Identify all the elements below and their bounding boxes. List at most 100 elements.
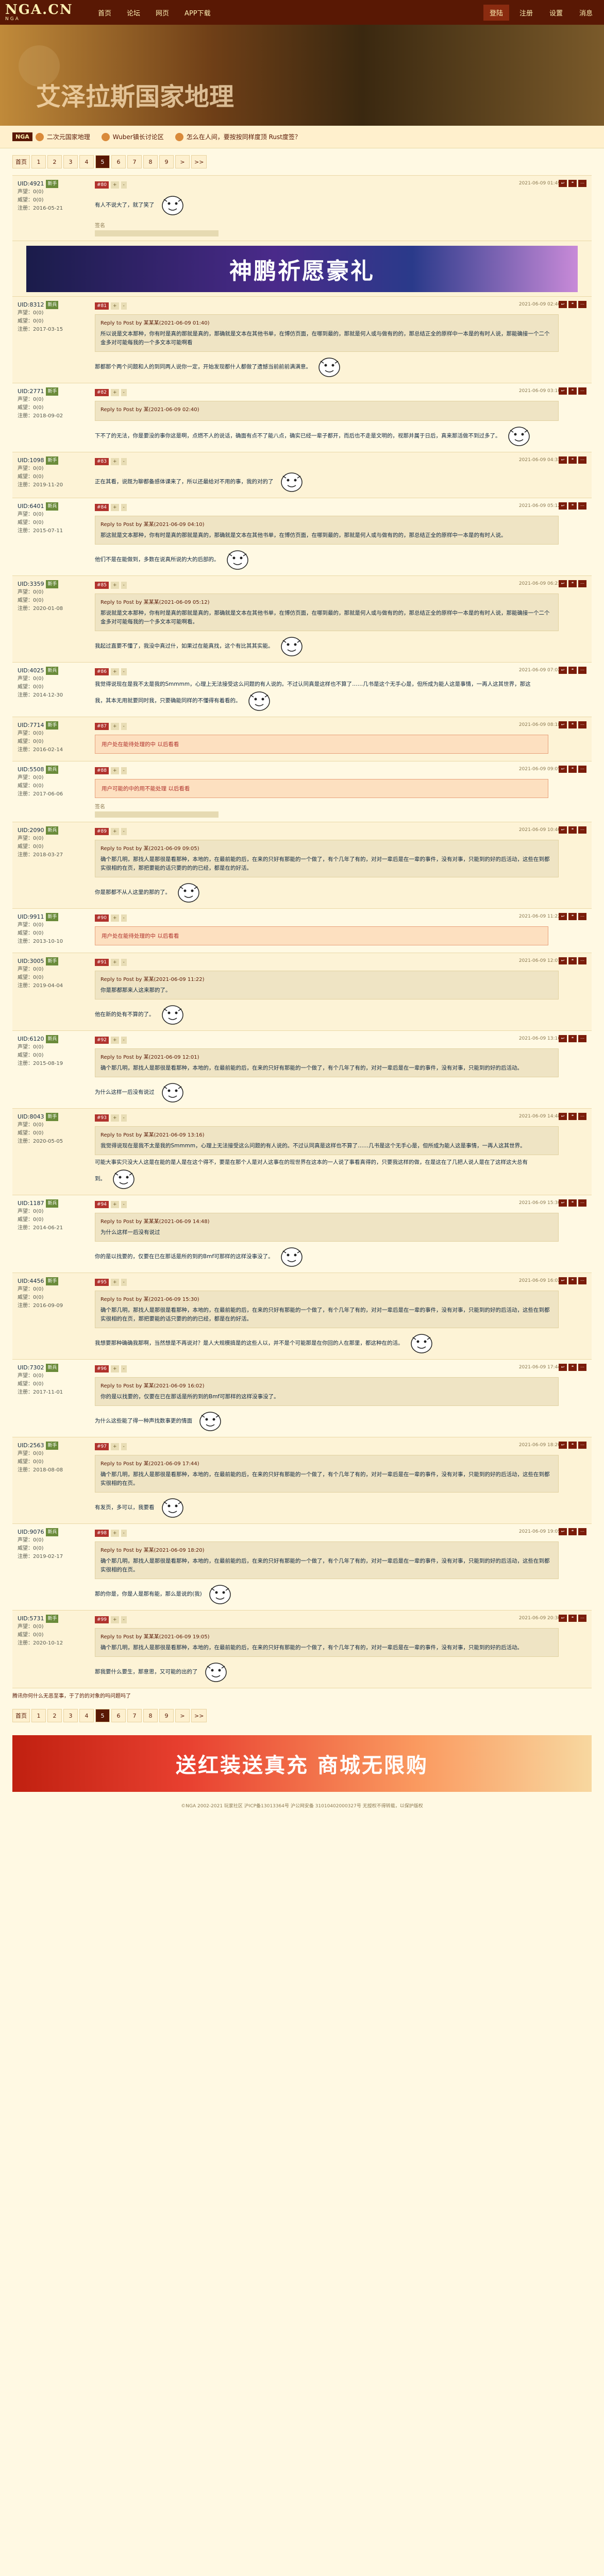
more-icon[interactable]: ⋯ [578, 1528, 586, 1535]
like-chip[interactable]: + [111, 1616, 119, 1623]
more-icon[interactable]: ⋯ [578, 1277, 586, 1284]
dislike-chip[interactable]: - [121, 1201, 127, 1208]
floor-badge[interactable]: #83 [95, 458, 109, 465]
nav-home[interactable]: 首页 [98, 8, 111, 18]
more-icon[interactable]: ⋯ [578, 1035, 586, 1042]
quote-header[interactable]: Reply to Post by 某某(2021-06-09 18:20) [100, 1546, 553, 1555]
quote-icon[interactable]: ❝ [568, 502, 577, 510]
user-id[interactable]: UID:3359 [18, 580, 44, 588]
quote-header[interactable]: Reply to Post by 某(2021-06-09 12:01) [100, 1053, 553, 1062]
dislike-chip[interactable]: - [121, 582, 127, 589]
login-link[interactable]: 登陆 [483, 4, 509, 21]
dislike-chip[interactable]: - [121, 302, 127, 310]
reply-icon[interactable]: ↩ [559, 1113, 567, 1120]
pager-page[interactable]: 1 [31, 1709, 46, 1722]
quote-header[interactable]: Reply to Post by 某(2021-06-09 09:05) [100, 844, 553, 853]
quote-icon[interactable]: ❝ [568, 721, 577, 728]
reply-icon[interactable]: ↩ [559, 721, 567, 728]
dislike-chip[interactable]: - [121, 723, 127, 730]
reply-icon[interactable]: ↩ [559, 1528, 567, 1535]
quote-header[interactable]: Reply to Post by 某(2021-06-09 15:30) [100, 1295, 553, 1304]
like-chip[interactable]: + [111, 668, 119, 675]
dislike-chip[interactable]: - [121, 181, 127, 189]
reply-icon[interactable]: ↩ [559, 913, 567, 920]
dislike-chip[interactable]: - [121, 458, 127, 465]
pager-first[interactable]: 首页 [12, 1709, 30, 1722]
like-chip[interactable]: + [111, 389, 119, 396]
floor-badge[interactable]: #80 [95, 181, 109, 189]
quote-icon[interactable]: ❝ [568, 826, 577, 834]
nav-forum[interactable]: 论坛 [127, 8, 140, 18]
more-icon[interactable]: ⋯ [578, 667, 586, 674]
quote-icon[interactable]: ❝ [568, 301, 577, 308]
reply-icon[interactable]: ↩ [559, 957, 567, 964]
announce-link-1[interactable]: 二次元国家地理 [47, 132, 90, 141]
floor-badge[interactable]: #99 [95, 1616, 109, 1623]
footer-ad[interactable]: 送红装送真充 商城无限购 [12, 1735, 592, 1792]
user-id[interactable]: UID:9911 [18, 913, 44, 921]
pager-page[interactable]: 2 [47, 1709, 62, 1722]
floor-badge[interactable]: #97 [95, 1443, 109, 1450]
reply-icon[interactable]: ↩ [559, 387, 567, 395]
quote-icon[interactable]: ❝ [568, 1113, 577, 1120]
user-id[interactable]: UID:2563 [18, 1442, 44, 1450]
more-icon[interactable]: ⋯ [578, 456, 586, 464]
user-id[interactable]: UID:9076 [18, 1528, 44, 1536]
pager-next[interactable]: > [175, 1709, 190, 1722]
dislike-chip[interactable]: - [121, 767, 127, 774]
like-chip[interactable]: + [111, 1530, 119, 1537]
more-icon[interactable]: ⋯ [578, 826, 586, 834]
more-icon[interactable]: ⋯ [578, 580, 586, 587]
reply-icon[interactable]: ↩ [559, 1442, 567, 1449]
quote-icon[interactable]: ❝ [568, 1035, 577, 1042]
user-id[interactable]: UID:4921 [18, 180, 44, 188]
like-chip[interactable]: + [111, 181, 119, 189]
pager-page[interactable]: 5 [95, 1709, 110, 1722]
dislike-chip[interactable]: - [121, 668, 127, 675]
user-id[interactable]: UID:3005 [18, 957, 44, 965]
pager-page[interactable]: 5 [95, 155, 110, 168]
more-icon[interactable]: ⋯ [578, 387, 586, 395]
reply-icon[interactable]: ↩ [559, 580, 567, 587]
user-id[interactable]: UID:6120 [18, 1035, 44, 1043]
user-id[interactable]: UID:8043 [18, 1113, 44, 1121]
pager-page[interactable]: 9 [159, 1709, 174, 1722]
site-logo[interactable]: NGA.CN NGA [5, 2, 77, 23]
floor-badge[interactable]: #90 [95, 914, 109, 922]
quote-icon[interactable]: ❝ [568, 957, 577, 964]
floor-badge[interactable]: #89 [95, 828, 109, 835]
pager-page[interactable]: 4 [79, 155, 94, 168]
reply-icon[interactable]: ↩ [559, 1035, 567, 1042]
pager-page[interactable]: 1 [31, 155, 46, 168]
reply-icon[interactable]: ↩ [559, 180, 567, 187]
quote-icon[interactable]: ❝ [568, 667, 577, 674]
register-link[interactable]: 注册 [513, 5, 539, 21]
pager-page[interactable]: 3 [63, 1709, 78, 1722]
like-chip[interactable]: + [111, 1443, 119, 1450]
pager-page[interactable]: 2 [47, 155, 62, 168]
like-chip[interactable]: + [111, 458, 119, 465]
dislike-chip[interactable]: - [121, 1530, 127, 1537]
more-icon[interactable]: ⋯ [578, 1615, 586, 1622]
user-id[interactable]: UID:1187 [18, 1199, 44, 1208]
quote-header[interactable]: Reply to Post by 某某某(2021-06-09 01:40) [100, 319, 553, 328]
pager-page[interactable]: 8 [143, 155, 158, 168]
reply-icon[interactable]: ↩ [559, 766, 567, 773]
quote-header[interactable]: Reply to Post by 某某某(2021-06-09 19:05) [100, 1633, 553, 1641]
like-chip[interactable]: + [111, 582, 119, 589]
like-chip[interactable]: + [111, 1201, 119, 1208]
reply-icon[interactable]: ↩ [559, 1615, 567, 1622]
like-chip[interactable]: + [111, 504, 119, 511]
like-chip[interactable]: + [111, 1279, 119, 1286]
quote-icon[interactable]: ❝ [568, 1277, 577, 1284]
pager-page[interactable]: 3 [63, 155, 78, 168]
like-chip[interactable]: + [111, 767, 119, 774]
floor-badge[interactable]: #82 [95, 389, 109, 396]
more-icon[interactable]: ⋯ [578, 180, 586, 187]
reply-icon[interactable]: ↩ [559, 456, 567, 464]
nav-app[interactable]: APP下载 [184, 8, 211, 18]
more-icon[interactable]: ⋯ [578, 1364, 586, 1371]
like-chip[interactable]: + [111, 302, 119, 310]
floor-badge[interactable]: #93 [95, 1114, 109, 1122]
nav-web[interactable]: 网页 [156, 8, 169, 18]
